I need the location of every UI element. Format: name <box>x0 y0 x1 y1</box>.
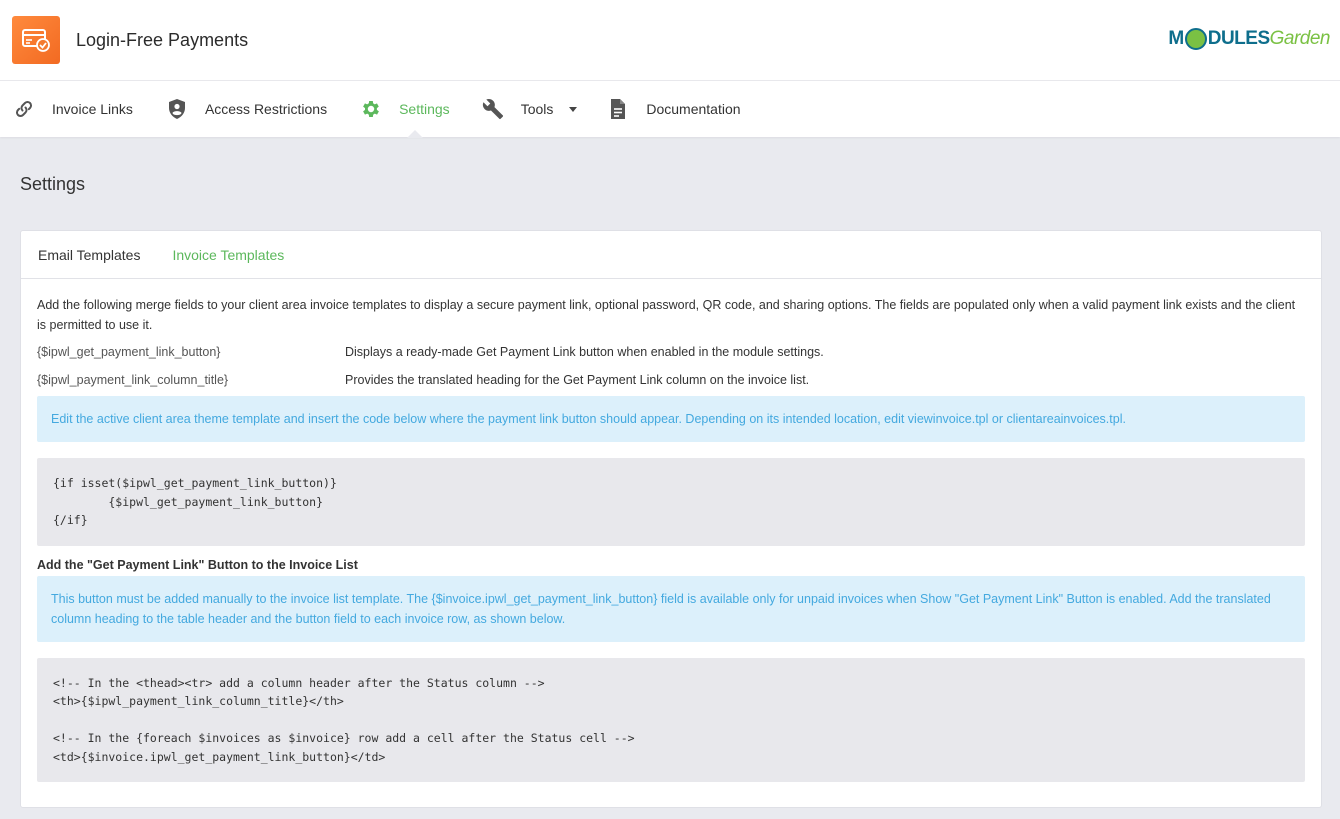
tab-content: Add the following merge fields to your c… <box>21 279 1321 782</box>
document-icon <box>607 98 629 120</box>
tab-invoice-templates[interactable]: Invoice Templates <box>172 247 284 263</box>
gear-icon <box>360 98 382 120</box>
nav-tools-label: Tools <box>520 101 554 117</box>
nav-settings-label: Settings <box>399 101 450 117</box>
page-title: Settings <box>20 174 86 194</box>
shield-icon <box>166 98 188 120</box>
nav-tools[interactable]: Tools <box>482 81 578 137</box>
merge-field-desc: Provides the translated heading for the … <box>345 373 810 387</box>
nav-documentation[interactable]: Documentation <box>607 81 741 137</box>
nav-access-restrictions[interactable]: Access Restrictions <box>166 81 327 137</box>
tab-bar: Email Templates Invoice Templates <box>21 231 1321 279</box>
code-block-invoice-list[interactable]: <!-- In the <thead><tr> add a column hea… <box>37 657 1305 782</box>
info-alert-theme: Edit the active client area theme templa… <box>37 396 1305 442</box>
logo-text-garden: Garden <box>1269 28 1331 49</box>
modulesgarden-logo[interactable]: M DULES Garden <box>1168 28 1331 50</box>
code-block-invoice[interactable]: {if isset($ipwl_get_payment_link_button)… <box>37 458 1305 546</box>
settings-panel: Email Templates Invoice Templates Add th… <box>20 230 1322 808</box>
merge-field-row: {$ipwl_get_payment_link_button} Displays… <box>37 341 1305 363</box>
nav-invoice-links-label: Invoice Links <box>52 101 133 117</box>
main-nav: Invoice Links Access Restrictions Settin… <box>0 81 1340 138</box>
section-heading-invoice-list: Add the "Get Payment Link" Button to the… <box>37 557 358 572</box>
nav-settings[interactable]: Settings <box>360 81 450 138</box>
globe-icon <box>1184 28 1207 50</box>
chevron-down-icon <box>569 106 578 112</box>
credit-card-check-icon <box>12 16 60 64</box>
merge-field-code: {$ipwl_payment_link_column_title} <box>37 373 229 387</box>
link-icon <box>13 98 35 120</box>
logo-text-m: M <box>1168 28 1184 49</box>
top-bar: Login-Free Payments M DULES Garden <box>0 0 1340 81</box>
merge-field-row: {$ipwl_payment_link_column_title} Provid… <box>37 369 1305 391</box>
tab-email-templates[interactable]: Email Templates <box>38 247 140 263</box>
merge-field-desc: Displays a ready-made Get Payment Link b… <box>345 345 824 359</box>
wrench-icon <box>482 98 504 120</box>
logo-text-modules: DULES <box>1207 28 1270 49</box>
nav-documentation-label: Documentation <box>646 101 741 117</box>
nav-invoice-links[interactable]: Invoice Links <box>13 81 133 137</box>
intro-text: Add the following merge fields to your c… <box>37 298 1296 332</box>
nav-access-restrictions-label: Access Restrictions <box>204 101 328 117</box>
app-title: Login-Free Payments <box>76 29 249 50</box>
merge-field-code: {$ipwl_get_payment_link_button} <box>37 345 221 359</box>
info-alert-invoice-list: This button must be added manually to th… <box>37 575 1305 642</box>
